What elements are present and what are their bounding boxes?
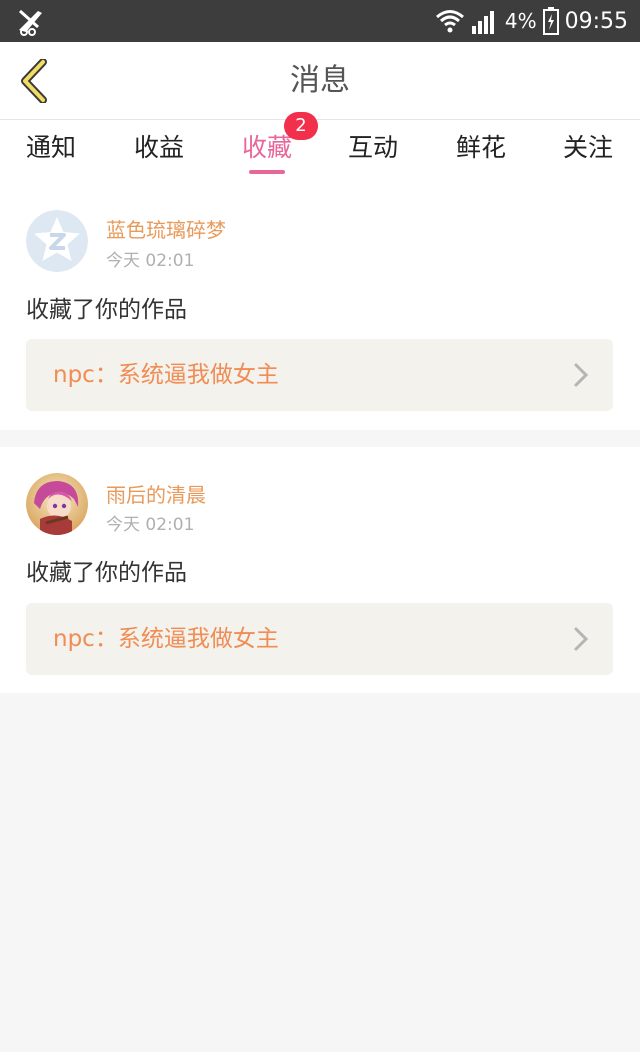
wifi-icon	[435, 10, 464, 33]
chevron-left-icon	[21, 59, 47, 103]
battery-icon	[542, 7, 559, 35]
user-name[interactable]: 蓝色琉璃碎梦	[106, 214, 226, 243]
work-title: npc：系统逼我做女主	[53, 362, 279, 388]
work-title: npc：系统逼我做女主	[53, 626, 279, 652]
unread-badge: 2	[284, 112, 318, 140]
work-link[interactable]: npc：系统逼我做女主	[26, 603, 613, 675]
user-avatar[interactable]	[26, 210, 88, 272]
tab-flowers[interactable]: 鲜花	[436, 120, 526, 182]
tab-label: 通知	[25, 133, 76, 162]
anime-avatar	[26, 473, 88, 535]
tab-follows[interactable]: 关注	[543, 120, 633, 182]
status-time: 09:55	[564, 8, 628, 34]
tab-label: 收益	[133, 133, 184, 162]
user-avatar[interactable]	[26, 473, 88, 535]
tab-label: 互动	[347, 133, 398, 162]
tab-label: 关注	[562, 133, 613, 162]
tab-bar: 通知 收益 收藏 2 互动 鲜花 关注	[0, 112, 640, 182]
page-title: 消息	[290, 63, 350, 98]
tab-favorites[interactable]: 收藏 2	[222, 112, 318, 182]
tab-notifications[interactable]: 通知	[6, 120, 96, 182]
active-tab-indicator	[249, 170, 285, 174]
chevron-right-icon	[574, 363, 589, 387]
message-time: 今天 02:01	[106, 251, 195, 271]
tab-earnings[interactable]: 收益	[114, 120, 204, 182]
header-bar: 消息	[0, 42, 640, 120]
chevron-right-icon	[574, 627, 589, 651]
message-card: 雨后的清晨 今天 02:01 收藏了你的作品 npc：系统逼我做女主	[0, 447, 640, 693]
message-action: 收藏了你的作品	[26, 297, 187, 323]
signal-icon	[471, 11, 494, 34]
app-notification-icon	[19, 9, 42, 36]
user-name[interactable]: 雨后的清晨	[106, 479, 206, 508]
battery-percent: 4%	[504, 9, 537, 33]
message-card: 蓝色琉璃碎梦 今天 02:01 收藏了你的作品 npc：系统逼我做女主	[0, 182, 640, 430]
status-bar: 4% 09:55	[0, 0, 640, 42]
work-link[interactable]: npc：系统逼我做女主	[26, 339, 613, 411]
tab-interactions[interactable]: 互动	[328, 120, 418, 182]
tab-label: 鲜花	[455, 133, 506, 162]
status-bar-right: 4% 09:55	[435, 0, 628, 42]
default-avatar-icon	[26, 210, 88, 272]
back-button[interactable]	[14, 56, 54, 106]
message-time: 今天 02:01	[106, 515, 195, 535]
message-action: 收藏了你的作品	[26, 560, 187, 586]
